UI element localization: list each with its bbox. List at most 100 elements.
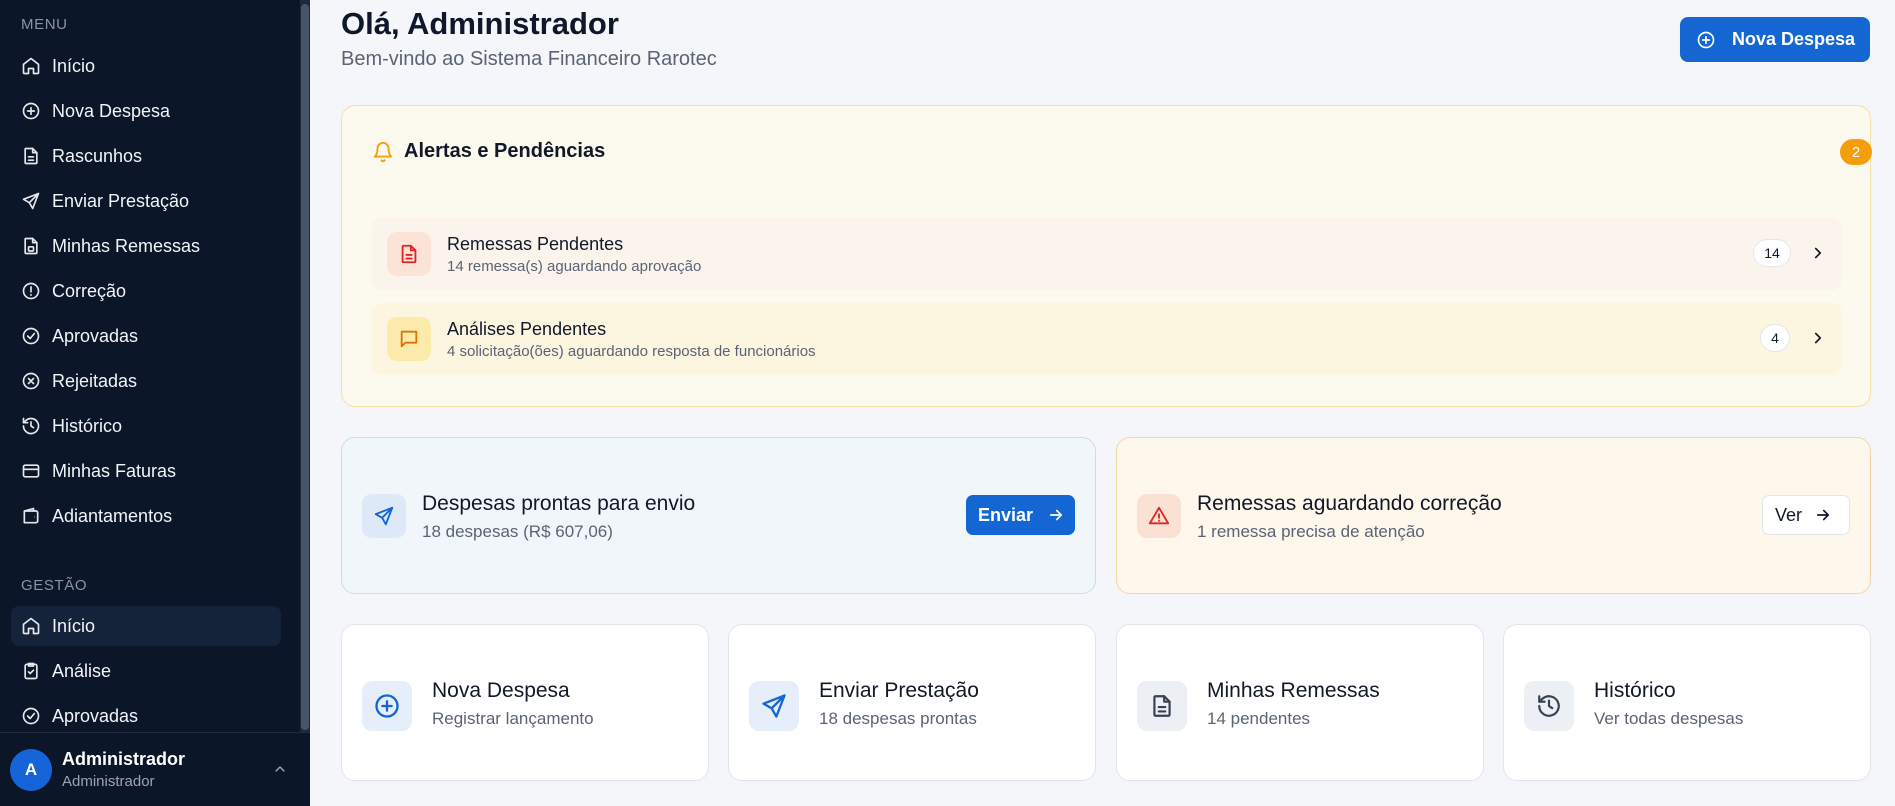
sidebar-item-historico[interactable]: Histórico [11, 406, 281, 446]
card-icon-box [362, 681, 412, 731]
sidebar-scrollbar-thumb[interactable] [301, 4, 309, 730]
sidebar: MENU Início Nova Despesa Rascunhos Envia… [0, 0, 310, 806]
sidebar-item-label: Aprovadas [52, 325, 139, 346]
sidebar-item-analise[interactable]: Análise [11, 651, 281, 691]
sidebar-item-label: Minhas Faturas [52, 460, 177, 481]
alerts-count-badge: 2 [1840, 139, 1872, 165]
avatar: A [10, 748, 52, 791]
sidebar-item-label: Enviar Prestação [52, 190, 190, 211]
quick-action-enviar-prestacao[interactable]: Enviar Prestação 18 despesas prontas [728, 624, 1096, 781]
sidebar-item-correcao[interactable]: Correção [11, 271, 281, 311]
document-icon [1149, 693, 1175, 719]
card-description: 18 despesas (R$ 607,06) [422, 522, 613, 541]
sidebar-item-inicio[interactable]: Início [11, 46, 281, 86]
sidebar-item-rejeitadas[interactable]: Rejeitadas [11, 361, 281, 401]
alert-analises-pendentes[interactable]: Análises Pendentes 4 solicitação(ões) ag… [372, 303, 1842, 375]
card-icon-box [1524, 681, 1574, 731]
arrow-right-icon [1047, 506, 1065, 524]
sidebar-item-adiantamentos[interactable]: Adiantamentos [11, 496, 281, 536]
card-title: Despesas prontas para envio [422, 492, 696, 515]
sidebar-item-label: Histórico [52, 415, 123, 436]
file-lock-icon [21, 236, 41, 256]
card-title: Minhas Remessas [1207, 679, 1380, 702]
user-name: Administrador [62, 749, 186, 769]
sidebar-item-rascunhos[interactable]: Rascunhos [11, 136, 281, 176]
sidebar-item-label: Rejeitadas [52, 370, 138, 391]
card-description: 1 remessa precisa de atenção [1197, 522, 1425, 541]
new-expense-button-label: Nova Despesa [1732, 29, 1856, 49]
alert-title: Análises Pendentes [447, 318, 607, 339]
sidebar-item-nova-despesa[interactable]: Nova Despesa [11, 91, 281, 131]
quick-action-minhas-remessas[interactable]: Minhas Remessas 14 pendentes [1116, 624, 1484, 781]
home-icon [21, 616, 41, 636]
alerts-title: Alertas e Pendências [404, 140, 606, 162]
quick-action-historico[interactable]: Histórico Ver todas despesas [1503, 624, 1871, 781]
card-icon-box [749, 681, 799, 731]
sidebar-item-minhas-faturas[interactable]: Minhas Faturas [11, 451, 281, 491]
alerts-header: Alertas e Pendências [372, 140, 605, 163]
history-icon [21, 416, 41, 436]
card-title: Histórico [1594, 679, 1676, 702]
plus-circle-icon [21, 101, 41, 121]
sidebar-scroll-area: MENU Início Nova Despesa Rascunhos Envia… [0, 0, 300, 732]
card-icon-box [1137, 494, 1181, 538]
user-menu[interactable]: A Administrador Administrador [0, 732, 310, 806]
card-description: Registrar lançamento [432, 709, 594, 728]
chevron-right-icon [1809, 244, 1827, 262]
home-icon [21, 56, 41, 76]
send-icon [21, 191, 41, 211]
correction-card: Remessas aguardando correção 1 remessa p… [1116, 437, 1871, 594]
alert-remessas-pendentes[interactable]: Remessas Pendentes 14 remessa(s) aguarda… [372, 218, 1842, 290]
document-icon [398, 243, 420, 265]
sidebar-item-label: Correção [52, 280, 127, 301]
send-button-label: Enviar [978, 504, 1034, 525]
send-button[interactable]: Enviar [966, 495, 1075, 535]
chevron-right-icon [1809, 329, 1827, 347]
chevron-up-icon[interactable] [272, 761, 288, 777]
sidebar-item-gestao-aprovadas[interactable]: Aprovadas [11, 696, 281, 732]
sidebar-item-label: Rascunhos [52, 145, 143, 166]
sidebar-item-label: Análise [52, 660, 112, 681]
sidebar-item-label: Adiantamentos [52, 505, 173, 526]
quick-action-nova-despesa[interactable]: Nova Despesa Registrar lançamento [341, 624, 709, 781]
send-icon [760, 692, 788, 720]
sidebar-scrollbar[interactable] [300, 0, 310, 732]
main-content: Olá, Administrador Bem-vindo ao Sistema … [310, 0, 1895, 806]
card-title: Remessas aguardando correção [1197, 492, 1502, 515]
alert-title: Remessas Pendentes [447, 233, 624, 254]
send-icon [373, 505, 395, 527]
menu-section-title: MENU [21, 16, 68, 33]
credit-card-icon [21, 461, 41, 481]
history-icon [1536, 693, 1562, 719]
new-expense-button[interactable]: Nova Despesa [1680, 17, 1870, 62]
view-button[interactable]: Ver [1762, 495, 1850, 535]
arrow-right-icon [1814, 506, 1832, 524]
alert-count-badge: 14 [1753, 239, 1791, 267]
sidebar-item-gestao-inicio[interactable]: Início [11, 606, 281, 646]
card-title: Nova Despesa [432, 679, 570, 702]
view-button-label: Ver [1775, 504, 1803, 525]
sidebar-item-minhas-remessas[interactable]: Minhas Remessas [11, 226, 281, 266]
card-icon-box [1137, 681, 1187, 731]
sidebar-item-label: Início [52, 615, 96, 636]
check-circle-icon [21, 326, 41, 346]
sidebar-item-label: Início [52, 55, 96, 76]
card-description: 14 pendentes [1207, 709, 1311, 728]
card-description: Ver todas despesas [1594, 709, 1744, 728]
page-subtitle: Bem-vindo ao Sistema Financeiro Rarotec [341, 48, 717, 70]
check-circle-icon [21, 706, 41, 726]
ready-expenses-card: Despesas prontas para envio 18 despesas … [341, 437, 1096, 594]
message-square-icon [398, 328, 420, 350]
warning-triangle-icon [1148, 505, 1170, 527]
sidebar-item-label: Minhas Remessas [52, 235, 201, 256]
alert-description: 4 solicitação(ões) aguardando resposta d… [447, 342, 816, 360]
alert-icon-box [387, 317, 431, 361]
card-title: Enviar Prestação [819, 679, 979, 702]
clipboard-check-icon [21, 661, 41, 681]
sidebar-item-aprovadas[interactable]: Aprovadas [11, 316, 281, 356]
card-icon-box [362, 494, 406, 538]
sidebar-item-enviar-prestacao[interactable]: Enviar Prestação [11, 181, 281, 221]
alert-icon-box [387, 232, 431, 276]
plus-circle-icon [373, 692, 401, 720]
alert-circle-icon [21, 281, 41, 301]
